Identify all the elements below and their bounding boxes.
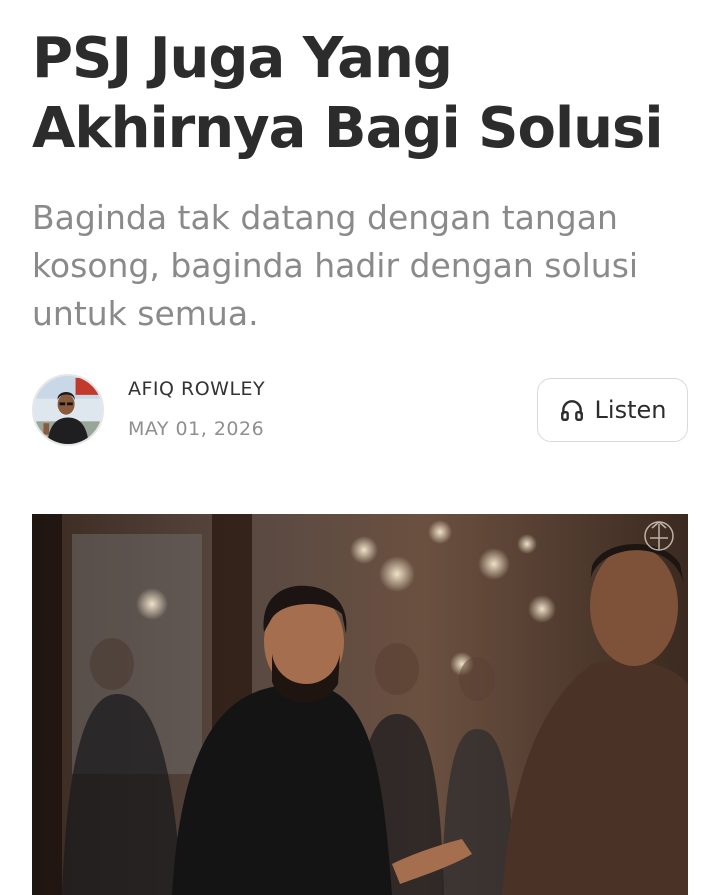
author-avatar[interactable] [32,374,104,446]
hero-photo [32,514,688,895]
article-title: PSJ Juga Yang Akhirnya Bagi Solusi [32,26,664,161]
article-subtitle: Baginda tak datang dengan tangan kosong,… [32,198,639,333]
byline: AFIQ ROWLEY MAY 01, 2026 Listen [32,372,688,448]
listen-label: Listen [594,396,667,424]
avatar-photo [34,376,102,444]
publish-date: MAY 01, 2026 [128,418,265,440]
hero-image[interactable] [32,514,688,895]
listen-button[interactable]: Listen [537,378,688,442]
headphones-icon [560,400,583,421]
author-name[interactable]: AFIQ ROWLEY [128,378,265,400]
